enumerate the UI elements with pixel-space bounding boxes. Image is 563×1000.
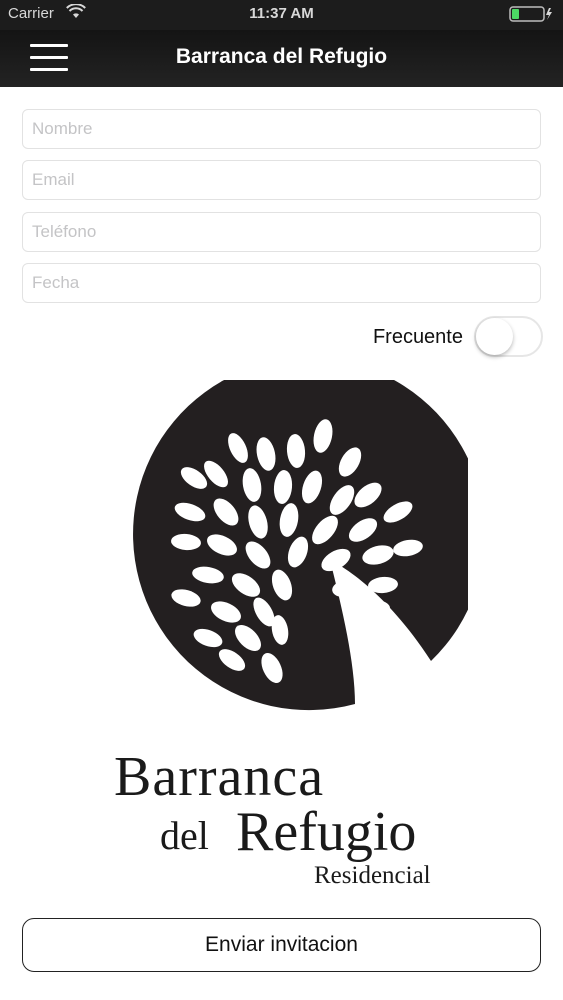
brand-name-refugio: Refugio bbox=[236, 801, 417, 863]
status-bar: Carrier 11:37 AM bbox=[0, 0, 563, 30]
battery-icon bbox=[509, 6, 552, 22]
send-invitation-button[interactable]: Enviar invitacion bbox=[22, 918, 541, 972]
frecuente-toggle[interactable] bbox=[474, 316, 543, 357]
frecuente-row: Frecuente bbox=[0, 316, 563, 358]
nombre-input[interactable] bbox=[22, 109, 541, 149]
fecha-input[interactable] bbox=[22, 263, 541, 303]
brand-subtitle: Residencial bbox=[314, 862, 431, 889]
brand-name-del: del bbox=[160, 813, 209, 858]
telefono-input[interactable] bbox=[22, 212, 541, 252]
email-input[interactable] bbox=[22, 160, 541, 200]
toggle-knob bbox=[476, 318, 513, 355]
frecuente-label: Frecuente bbox=[372, 326, 463, 348]
nav-bar: Barranca del Refugio bbox=[0, 30, 563, 87]
clock: 11:37 AM bbox=[249, 5, 314, 22]
page-title: Barranca del Refugio bbox=[175, 45, 388, 68]
